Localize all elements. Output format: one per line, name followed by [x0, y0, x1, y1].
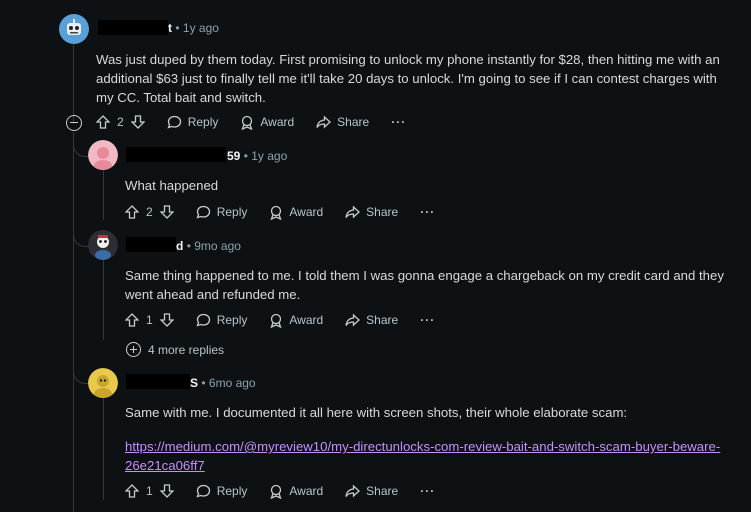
award-icon [270, 313, 282, 328]
reply-icon [196, 313, 210, 327]
award-icon [270, 484, 282, 499]
comment-actions: 1 Reply Award Share ··· [125, 309, 457, 331]
award-button[interactable]: Award [240, 115, 294, 130]
upvote-icon[interactable] [96, 115, 110, 129]
comment-actions: 1 Reply Award Share ··· [125, 480, 457, 502]
username[interactable]: t [168, 21, 172, 35]
username[interactable]: 59 [227, 149, 240, 163]
share-label: Share [366, 313, 399, 327]
vote-control: 2 [125, 205, 174, 219]
separator: • [186, 239, 191, 253]
separator: • [243, 149, 248, 163]
vote-control: 1 [125, 484, 174, 498]
share-button[interactable]: Share [345, 313, 398, 327]
collapse-icon[interactable] [66, 115, 82, 131]
username-redacted [126, 147, 226, 162]
share-icon [345, 205, 361, 219]
vote-count: 1 [146, 484, 153, 498]
timestamp: 1y ago [251, 149, 288, 163]
more-options-button[interactable]: ··· [420, 313, 435, 327]
award-button[interactable]: Award [269, 205, 323, 220]
comment-body: Was just duped by them today. First prom… [96, 52, 720, 105]
username[interactable]: d [176, 239, 183, 253]
share-button[interactable]: Share [345, 205, 398, 219]
comment-link-wrapper: https://medium.com/@myreview10/my-direct… [125, 437, 723, 475]
vote-count: 1 [146, 313, 153, 327]
share-icon [345, 484, 361, 498]
reply-icon [196, 205, 210, 219]
username-redacted [126, 237, 176, 252]
vote-control: 2 [96, 115, 145, 129]
separator: • [201, 376, 206, 390]
reply-label: Reply [216, 484, 248, 498]
reply-label: Reply [216, 313, 248, 327]
reply-label: Reply [216, 205, 248, 219]
share-label: Share [366, 484, 399, 498]
vote-control: 1 [125, 313, 174, 327]
share-button[interactable]: Share [345, 484, 398, 498]
reply-button[interactable]: Reply [196, 484, 248, 498]
comment-actions: 2 Reply Award Share ··· [96, 111, 428, 133]
pink-avatar-icon[interactable] [88, 140, 118, 170]
vote-count: 2 [117, 115, 124, 129]
vote-count: 2 [146, 205, 153, 219]
downvote-icon[interactable] [159, 205, 174, 219]
separator: • [175, 21, 180, 35]
reply-icon [167, 115, 181, 129]
downvote-icon[interactable] [159, 313, 174, 327]
username-redacted [126, 374, 190, 389]
award-button[interactable]: Award [269, 313, 323, 328]
comment-body: Same thing happened to me. I told them I… [125, 268, 724, 302]
reply-label: Reply [187, 115, 219, 129]
award-icon [241, 115, 253, 130]
comment-body: Same with me. I documented it all here w… [125, 405, 628, 420]
reply-button[interactable]: Reply [196, 205, 248, 219]
share-icon [316, 115, 332, 129]
username-redacted [98, 20, 168, 35]
medium-review-link[interactable]: https://medium.com/@myreview10/my-direct… [125, 439, 720, 473]
more-replies-link[interactable]: 4 more replies [148, 343, 224, 357]
robot-avatar-icon[interactable] [59, 14, 89, 44]
comment-body: What happened [125, 178, 219, 193]
award-label: Award [289, 205, 324, 219]
more-options-button[interactable]: ··· [420, 205, 435, 219]
downvote-icon[interactable] [130, 115, 145, 129]
reply-button[interactable]: Reply [196, 313, 248, 327]
downvote-icon[interactable] [159, 484, 174, 498]
more-options-button[interactable]: ··· [391, 115, 406, 129]
award-button[interactable]: Award [269, 484, 323, 499]
dark-avatar-icon[interactable] [88, 230, 118, 260]
timestamp: 1y ago [182, 21, 219, 35]
share-label: Share [366, 205, 399, 219]
share-button[interactable]: Share [316, 115, 369, 129]
username[interactable]: S [190, 376, 198, 390]
timestamp: 9mo ago [194, 239, 241, 253]
award-icon [270, 205, 282, 220]
timestamp: 6mo ago [208, 376, 256, 390]
upvote-icon[interactable] [125, 484, 139, 498]
share-icon [345, 313, 361, 327]
upvote-icon[interactable] [125, 313, 139, 327]
upvote-icon[interactable] [125, 205, 139, 219]
expand-icon[interactable] [126, 342, 141, 357]
reply-icon [196, 484, 210, 498]
share-label: Share [337, 115, 370, 129]
comment-actions: 2 Reply Award Share ··· [125, 201, 457, 223]
award-label: Award [289, 313, 324, 327]
award-label: Award [289, 484, 324, 498]
yellow-avatar-icon[interactable] [88, 368, 118, 398]
award-label: Award [260, 115, 295, 129]
more-options-button[interactable]: ··· [420, 484, 435, 498]
reply-button[interactable]: Reply [167, 115, 219, 129]
